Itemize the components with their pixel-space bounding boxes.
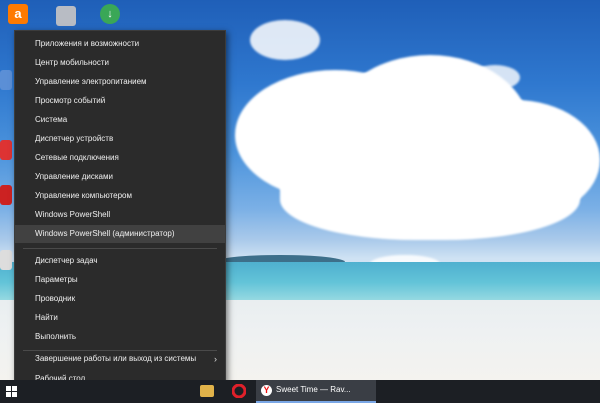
menu-item-power-options[interactable]: Управление электропитанием (15, 73, 225, 91)
menu-item-event-viewer[interactable]: Просмотр событий (15, 92, 225, 110)
desktop-icon[interactable] (0, 250, 12, 270)
avast-icon[interactable]: a (8, 4, 28, 24)
menu-item-apps-features[interactable]: Приложения и возможности (15, 35, 225, 53)
menu-item-mobility-center[interactable]: Центр мобильности (15, 54, 225, 72)
menu-item-device-manager[interactable]: Диспетчер устройств (15, 130, 225, 148)
taskbar-app-icon[interactable] (200, 383, 216, 400)
desktop-icon[interactable] (0, 70, 12, 90)
menu-item-disk-management[interactable]: Управление дисками (15, 168, 225, 186)
desktop-icon[interactable] (0, 185, 12, 205)
menu-item-search[interactable]: Найти (15, 309, 225, 327)
menu-item-computer-management[interactable]: Управление компьютером (15, 187, 225, 205)
cloud (470, 65, 520, 90)
taskbar-app-label: Sweet Time — Rav... (276, 385, 351, 394)
taskbar: Y Sweet Time — Rav... (0, 380, 600, 403)
menu-item-powershell[interactable]: Windows PowerShell (15, 206, 225, 224)
taskbar-active-app[interactable]: Y Sweet Time — Rav... (256, 380, 376, 403)
opera-icon[interactable] (231, 383, 248, 400)
installer-icon[interactable] (56, 6, 76, 26)
desktop-icon[interactable] (0, 140, 12, 160)
start-button[interactable] (6, 383, 18, 400)
menu-item-settings[interactable]: Параметры (15, 271, 225, 289)
menu-separator (23, 248, 217, 249)
menu-item-shutdown[interactable]: Завершение работы или выход из системы › (15, 350, 225, 368)
cloud (280, 150, 580, 240)
menu-item-explorer[interactable]: Проводник (15, 290, 225, 308)
winx-context-menu: Приложения и возможности Центр мобильнос… (14, 30, 226, 392)
yandex-browser-icon: Y (261, 385, 272, 396)
cloud (250, 20, 320, 60)
download-icon[interactable]: ↓ (100, 4, 120, 24)
menu-item-label: Завершение работы или выход из системы (35, 354, 197, 363)
menu-item-network[interactable]: Сетевые подключения (15, 149, 225, 167)
menu-item-system[interactable]: Система (15, 111, 225, 129)
menu-item-task-manager[interactable]: Диспетчер задач (15, 252, 225, 270)
menu-item-run[interactable]: Выполнить (15, 328, 225, 346)
chevron-right-icon: › (214, 354, 217, 364)
menu-item-powershell-admin[interactable]: Windows PowerShell (администратор) (15, 225, 225, 243)
